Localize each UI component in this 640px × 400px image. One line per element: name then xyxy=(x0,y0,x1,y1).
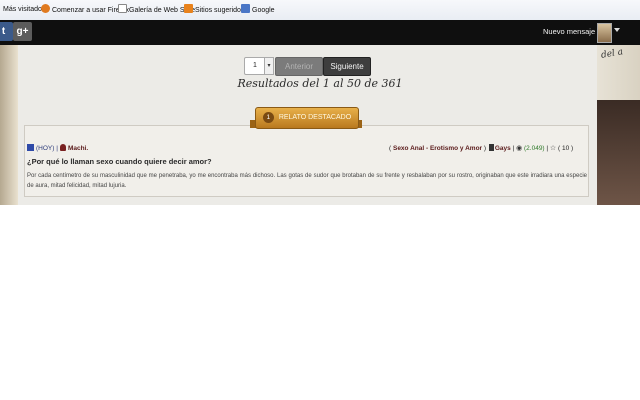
page-icon xyxy=(118,4,127,13)
firefox-icon xyxy=(41,4,50,13)
story-date: (HOY) xyxy=(36,145,55,152)
chevron-down-icon[interactable] xyxy=(614,28,620,32)
user-icon xyxy=(59,144,66,151)
previous-button[interactable]: Anterior xyxy=(275,57,323,76)
story-meta-right: ( Sexo Anal - Erotismo y Amor ) Gays | ◉… xyxy=(389,144,574,152)
eye-icon: ◉ xyxy=(516,145,523,152)
results-count: Resultados del 1 al 50 de 361 xyxy=(237,77,403,90)
featured-badge: 1 RELATO DESTACADO xyxy=(255,107,359,129)
story-title[interactable]: ¿Por qué lo llaman sexo cuando quiere de… xyxy=(27,157,212,167)
google-plus-icon[interactable]: g+ xyxy=(13,22,32,41)
page-select[interactable]: 1 xyxy=(244,57,266,75)
bookmark-orange-icon xyxy=(184,4,193,13)
badge-label: RELATO DESTACADO xyxy=(278,114,352,121)
twitter-icon[interactable]: t xyxy=(0,22,13,41)
story-excerpt: Por cada centímetro de su masculinidad q… xyxy=(27,173,587,189)
book-icon xyxy=(488,144,494,151)
bookmark-sitios-sugeridos[interactable]: Sitios sugeridos xyxy=(184,4,244,16)
next-button[interactable]: Siguiente xyxy=(323,57,371,76)
bookmark-mas-visitados[interactable]: Más visitados xyxy=(3,4,45,16)
badge-number: 1 xyxy=(262,112,274,123)
story-meta-left: (HOY) | Machi. xyxy=(27,144,88,154)
new-message-link[interactable]: Nuevo mensaje xyxy=(543,26,595,38)
story-author[interactable]: Machi. xyxy=(68,145,88,152)
left-paper-decoration xyxy=(0,45,18,205)
bookmark-comenzar-firefox[interactable]: Comenzar a usar Firefox xyxy=(41,4,129,16)
bookmark-google[interactable]: Google xyxy=(241,4,275,16)
handwriting-text: del a xyxy=(600,47,624,61)
story-categories[interactable]: Sexo Anal - Erotismo y Amor xyxy=(393,145,482,152)
right-dark-decoration xyxy=(597,100,640,205)
chevron-down-icon[interactable]: ▾ xyxy=(264,57,274,75)
story-views: (2.049) xyxy=(524,145,545,152)
story-group[interactable]: Gays xyxy=(495,145,511,152)
avatar[interactable] xyxy=(597,23,612,43)
calendar-icon xyxy=(27,144,34,151)
bookmarks-toolbar: Más visitados Comenzar a usar Firefox Ga… xyxy=(0,0,640,21)
google-icon xyxy=(241,4,250,13)
